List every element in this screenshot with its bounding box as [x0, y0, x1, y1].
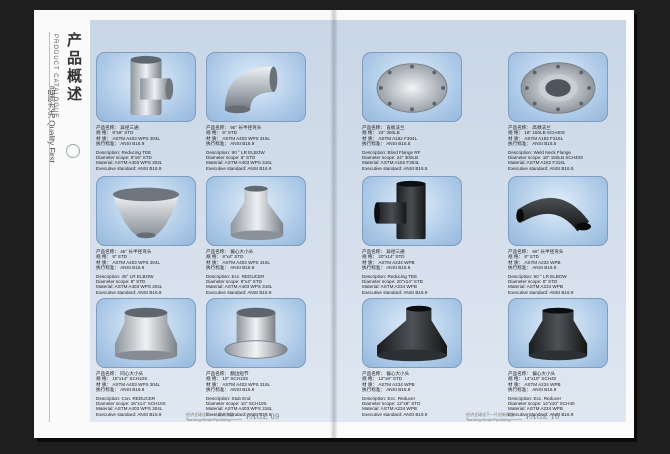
product-standard-en: Executive standard: ANSI B16.9 — [206, 165, 272, 171]
product-standard-en: Executive standard: ANSI B16.9 — [96, 165, 162, 171]
product-specs: 产品名称： 90° 长半径弯头 规 格： 6" STD 材 质： ASTM A4… — [206, 125, 308, 171]
product-specs: 产品名称： 高颈法兰 规 格： 18" 150LB SCH40S 材 质： AS… — [508, 125, 610, 171]
product-specs: 产品名称： 异径三通 规 格： 8"x6" STD 材 质： ASTM A403… — [96, 125, 198, 171]
product-specs: 产品名称： 偏心大小头 规 格： 14"x10" SCH40 材 质： ASTM… — [508, 371, 610, 417]
product-specs: 产品名称： 45° 长半径弯头 规 格： 8" STD 材 质： ASTM A4… — [96, 249, 198, 295]
black-con-reducer-icon — [508, 298, 608, 368]
product-specs: 产品名称： 偏心大小头 规 格： 8"x4" STD 材 质： ASTM A40… — [206, 249, 308, 295]
quality-slogan: 品质为先 Quality First — [47, 86, 56, 163]
product-specs: 产品名称： 盲板法兰 规 格： 24" 300LB 材 质： ASTM A182… — [362, 125, 464, 171]
footer-rule-right — [466, 419, 522, 420]
product-standard-en: Executive standard: ANSI B16.5 — [508, 165, 574, 171]
elbow-icon — [206, 52, 306, 122]
elbow-45-icon — [96, 176, 196, 246]
page-number-left: PAGE 09 — [246, 412, 280, 421]
product-standard-en: Executive standard: ANSI B16.9 — [96, 289, 162, 295]
tee-icon — [96, 52, 196, 122]
circle-mark — [66, 144, 80, 158]
side-divider — [49, 32, 50, 422]
product-standard-en: Executive standard: ANSI B16.9 — [362, 289, 428, 295]
product-specs: 产品名称： 翻边短节 规 格： 10" SCH10S 材 质： ASTM A40… — [206, 371, 308, 417]
weld-neck-flange-icon — [508, 52, 608, 122]
blind-flange-icon — [362, 52, 462, 122]
black-ecc-reducer-icon — [362, 298, 462, 368]
product-specs: 产品名称： 异径三通 规 格： 20"x14" STD 材 质： ASTM A2… — [362, 249, 464, 295]
catalogue-title-cn: 产品概述 — [65, 32, 83, 104]
product-specs: 产品名称： 同心大小头 规 格： 16"x14" SCH10S 材 质： AST… — [96, 371, 198, 417]
product-standard-en: Executive standard: ANSI B16.9 — [508, 289, 574, 295]
black-tee-icon — [362, 176, 462, 246]
product-standard-en: Executive standard: ANSI B16.5 — [362, 165, 428, 171]
stub-end-icon — [206, 298, 306, 368]
product-specs: 产品名称： 90° 长半径弯头 规 格： 8" STD 材 质： ASTM A2… — [508, 249, 610, 295]
black-elbow-icon — [508, 176, 608, 246]
ecc-reducer-icon — [206, 176, 306, 246]
footer-rule-left — [186, 419, 242, 420]
product-standard-en: Executive standard: ANSI B16.9 — [206, 289, 272, 295]
page-number-right: PAGE 10 — [526, 412, 560, 421]
catalogue-heading: 产品概述 PRODUCT CATALOGUE 品质为先 Quality Firs… — [44, 32, 88, 172]
product-standard-en: Executive standard: ANSI B16.9 — [362, 411, 428, 417]
product-specs: 产品名称： 偏心大小头 规 格： 12"x8" STD 材 质： ASTM A2… — [362, 371, 464, 417]
con-reducer-icon — [96, 298, 196, 368]
product-standard-en: Executive standard: ANSI B16.9 — [96, 411, 162, 417]
catalogue-spread: 产品概述 PRODUCT CATALOGUE 品质为先 Quality Firs… — [34, 10, 634, 438]
book-spine — [330, 10, 338, 438]
